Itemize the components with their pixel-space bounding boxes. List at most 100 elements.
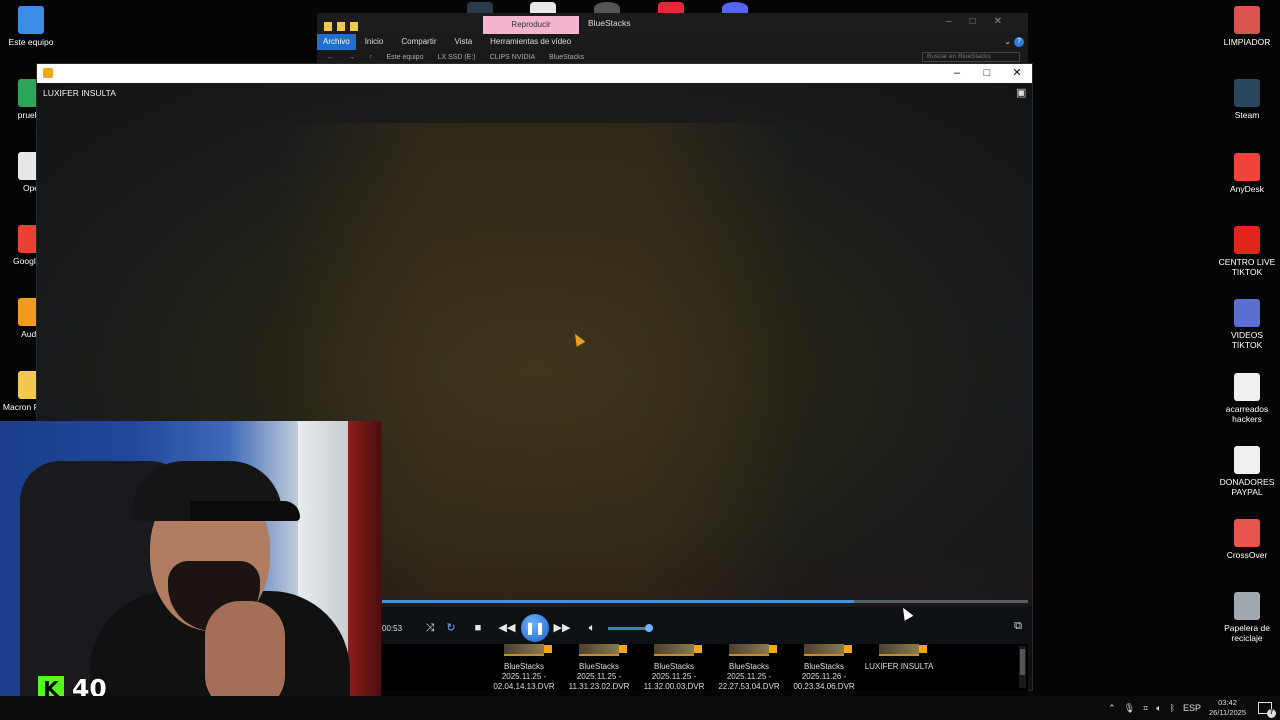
playlist-item-text: 2025.11.25 -	[501, 672, 547, 681]
language-indicator[interactable]: ESP	[1183, 703, 1201, 713]
media-file-icon	[694, 645, 702, 653]
desktop-icon-label: acarreados hackers	[1225, 403, 1269, 424]
pause-button[interactable]: ❚❚	[521, 614, 549, 642]
desktop: Este equipo prueba Ope Google C Auda Macron F…	[0, 0, 1280, 720]
ribbon-tab-vista[interactable]: Vista	[446, 34, 482, 50]
mini-view-icon[interactable]: ⧉	[1014, 620, 1022, 633]
playlist-item-text: BlueStacks	[803, 662, 845, 671]
crosshair-icon	[1234, 519, 1260, 548]
volume-slider[interactable]	[608, 624, 653, 632]
desktop-icon-right-0[interactable]: LIMPIADOR	[1215, 6, 1279, 47]
forward-arrow-icon[interactable]: →	[348, 54, 355, 61]
desktop-icon-right-7[interactable]: CrossOver	[1215, 519, 1279, 560]
minimize-button[interactable]: –	[942, 64, 972, 83]
ribbon-tab-inicio[interactable]: Inicio	[356, 34, 393, 50]
network-icon[interactable]: ⌗	[1143, 703, 1148, 714]
explorer-title: BlueStacks	[588, 18, 631, 28]
stop-button[interactable]: ■	[469, 619, 487, 637]
playlist-strip: BlueStacks 2025.11.25 -02.04.14.13.DVR Blu…	[381, 644, 1028, 691]
thumbnail	[504, 644, 552, 656]
desktop-icon-right-2[interactable]: AnyDesk	[1215, 152, 1279, 194]
address-bar[interactable]: ← → ↑ Este equipo LX SSD (E:) CLIPS NVID…	[317, 50, 1028, 64]
notification-center-icon[interactable]: 7	[1258, 702, 1276, 718]
desktop-icon-right-4[interactable]: VIDEOS TIKTOK	[1215, 299, 1279, 350]
switch-to-library-icon[interactable]: ▣	[1016, 88, 1027, 99]
taskbar: ⌃ 🎙︎ ⌗ 🔈︎ ᛒ ESP 03:42 26/11/2025 7	[0, 696, 1280, 720]
bluetooth-icon[interactable]: ᛒ	[1170, 703, 1175, 713]
volume-tray-icon[interactable]: 🔈︎	[1156, 703, 1161, 714]
seek-bar[interactable]	[382, 600, 1028, 603]
desktop-icon-label: DONADORES PAYPAL	[1219, 476, 1275, 497]
playlist-item-text: 00.23.34.06.DVR	[793, 682, 855, 691]
thumbnail	[579, 644, 627, 656]
volume-knob[interactable]	[645, 624, 653, 632]
breadcrumb-item[interactable]: CLIPS NVIDIA	[490, 54, 536, 61]
notification-count: 7	[1267, 709, 1276, 718]
playlist-item-text: BlueStacks	[653, 662, 695, 671]
media-player-icon	[43, 68, 53, 78]
playlist-item[interactable]: LUXIFER INSULTA	[862, 644, 936, 672]
webcam-overlay: K 40	[0, 421, 381, 720]
desktop-icon-left-0[interactable]: Este equipo	[0, 6, 63, 47]
desktop-icon-label: Papelera de reciclaje	[1224, 623, 1270, 644]
breadcrumb-item[interactable]: BlueStacks	[549, 54, 584, 61]
microphone-icon[interactable]: 🎙︎	[1124, 703, 1135, 714]
repeat-icon[interactable]: ↻	[442, 619, 460, 637]
back-arrow-icon[interactable]: ←	[327, 54, 334, 61]
search-input[interactable]: Buscar en BlueStacks	[922, 52, 1020, 62]
player-titlebar[interactable]: – □ ✕	[37, 64, 1032, 83]
explorer-titlebar[interactable]: Reproducir BlueStacks –□✕	[317, 13, 1028, 34]
thumbnail	[879, 644, 927, 656]
playlist-item[interactable]: BlueStacks 2025.11.25 -02.04.14.13.DVR	[487, 644, 561, 692]
properties-icon[interactable]	[337, 22, 345, 31]
desktop-icon-right-6[interactable]: DONADORES PAYPAL	[1215, 445, 1279, 497]
playlist-item[interactable]: BlueStacks 2025.11.26 -00.23.34.06.DVR	[787, 644, 861, 692]
desktop-icon-right-8[interactable]: Papelera de reciclaje	[1215, 592, 1279, 643]
ribbon-tab-compartir[interactable]: Compartir	[392, 34, 445, 50]
playlist-item[interactable]: BlueStacks 2025.11.25 -11.32.00.03.DVR	[637, 644, 711, 692]
contextual-tab-play[interactable]: Reproducir	[483, 16, 579, 34]
desktop-icon-label: Steam	[1234, 110, 1260, 121]
thumbnail	[729, 644, 777, 656]
clock[interactable]: 03:42 26/11/2025	[1209, 698, 1246, 718]
text-file-icon	[1234, 372, 1260, 401]
playlist-item[interactable]: BlueStacks 2025.11.25 -22.27.53.04.DVR	[712, 644, 786, 692]
help-icon[interactable]: ?	[1014, 37, 1024, 47]
folder-icon[interactable]	[324, 22, 332, 31]
playlist-item-text: BlueStacks	[728, 662, 770, 671]
playlist-item-text: 11.31.23.02.DVR	[568, 682, 630, 691]
window-controls[interactable]: –□✕	[946, 16, 1020, 27]
fast-forward-button[interactable]: ▶▶	[553, 619, 571, 637]
ribbon-tab-archivo[interactable]: Archivo	[317, 34, 356, 50]
playlist-item[interactable]: BlueStacks 2025.11.25 -11.31.23.02.DVR	[562, 644, 636, 692]
hand	[205, 601, 285, 711]
seek-progress	[382, 600, 854, 603]
chevron-up-icon[interactable]: ⌃	[1108, 703, 1116, 714]
thumbnail	[804, 644, 852, 656]
desktop-icon-label: CrossOver	[1226, 550, 1268, 561]
playlist-item-text: 2025.11.26 -	[801, 672, 847, 681]
volume-icon[interactable]: 🔈︎	[583, 619, 601, 637]
text-file-icon	[1234, 445, 1260, 474]
chevron-down-icon[interactable]: ⌄	[1004, 34, 1011, 50]
desktop-icon-label: VIDEOS TIKTOK	[1230, 330, 1264, 351]
desktop-icon-right-3[interactable]: CENTRO LIVE TIKTOK	[1215, 225, 1279, 277]
playlist-item-text: BlueStacks	[578, 662, 620, 671]
shuffle-icon[interactable]: ⤨	[421, 619, 439, 637]
desktop-icon-label: AnyDesk	[1229, 183, 1264, 194]
video-folder-icon	[1234, 299, 1260, 328]
desktop-icon-right-1[interactable]: Steam	[1215, 79, 1279, 120]
breadcrumb-item[interactable]: LX SSD (E:)	[437, 54, 475, 61]
close-button[interactable]: ✕	[1002, 64, 1032, 83]
new-folder-icon[interactable]	[350, 22, 358, 31]
rewind-button[interactable]: ◀◀	[498, 619, 516, 637]
playlist-scrollbar[interactable]	[1019, 646, 1026, 688]
breadcrumb-item[interactable]: Este equipo	[387, 54, 424, 61]
maximize-button[interactable]: □	[972, 64, 1002, 83]
ribbon-tab-herramientas[interactable]: Herramientas de vídeo	[481, 34, 580, 50]
quick-access-toolbar[interactable]	[324, 18, 382, 31]
playlist-item-text: 2025.11.25 -	[651, 672, 697, 681]
playlist-item-text: 2025.11.25 -	[576, 672, 622, 681]
up-arrow-icon[interactable]: ↑	[369, 54, 373, 61]
desktop-icon-right-5[interactable]: acarreados hackers	[1215, 372, 1279, 424]
